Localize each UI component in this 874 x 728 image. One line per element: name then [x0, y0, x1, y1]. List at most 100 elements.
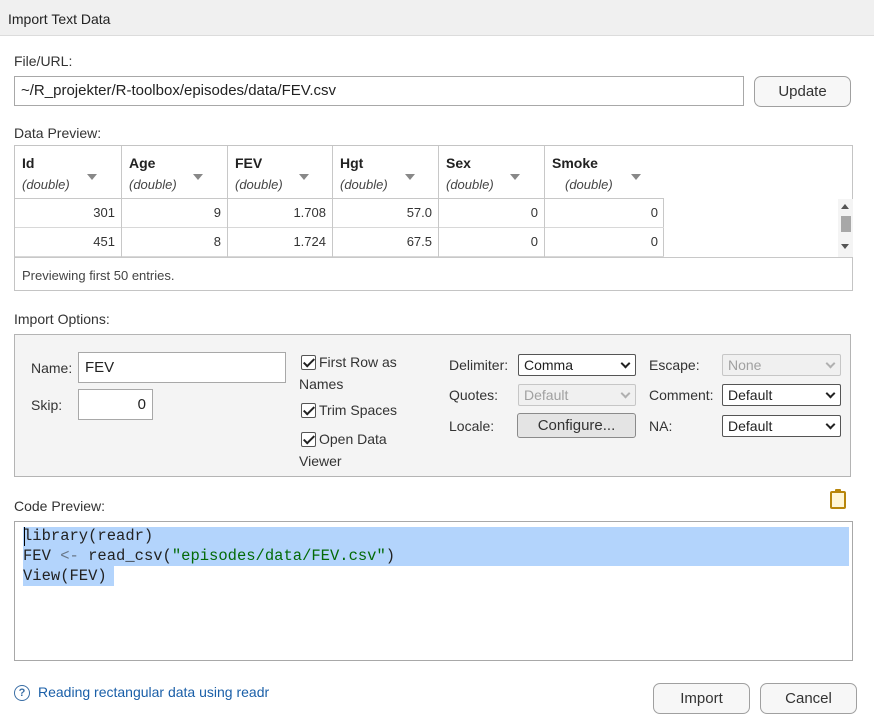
- table-cell: 9: [122, 199, 227, 228]
- na-label: NA:: [649, 418, 673, 434]
- trim-spaces-checkbox[interactable]: [301, 403, 316, 418]
- na-select[interactable]: Default: [722, 415, 841, 437]
- code-token: FEV: [23, 547, 61, 565]
- open-viewer-label-cont: Viewer: [299, 453, 342, 469]
- column-fev: FEV (double) 1.708 1.724: [228, 146, 333, 257]
- column-type: (double): [565, 177, 613, 192]
- preview-scrollbar[interactable]: [838, 199, 853, 257]
- column-header[interactable]: FEV (double): [228, 146, 332, 199]
- table-cell: 451: [15, 228, 121, 257]
- delimiter-select[interactable]: Comma: [518, 354, 636, 376]
- table-cell: 0: [545, 199, 664, 228]
- column-smoke: Smoke (double) 0 0: [545, 146, 664, 257]
- first-row-names-label-cont: Names: [299, 376, 344, 392]
- file-url-input[interactable]: ~/R_projekter/R-toolbox/episodes/data/FE…: [14, 76, 744, 106]
- column-type: (double): [340, 177, 388, 192]
- preview-footer: Previewing first 50 entries.: [15, 257, 852, 291]
- scroll-down-icon[interactable]: [841, 244, 849, 249]
- escape-value: None: [728, 357, 762, 373]
- column-name: Age: [129, 155, 156, 171]
- code-operator: <-: [60, 547, 79, 565]
- dropdown-arrow-icon[interactable]: [193, 174, 203, 180]
- table-cell: 8: [122, 228, 227, 257]
- table-cell: 1.708: [228, 199, 332, 228]
- window-title: Import Text Data: [8, 11, 111, 27]
- table-cell: 301: [15, 199, 121, 228]
- dropdown-arrow-icon[interactable]: [510, 174, 520, 180]
- chevron-down-icon: [825, 388, 836, 399]
- column-id: Id (double) 301 451: [15, 146, 122, 257]
- column-type: (double): [235, 177, 283, 192]
- file-url-label: File/URL:: [14, 53, 73, 69]
- column-sex: Sex (double) 0 0: [439, 146, 545, 257]
- column-name: Hgt: [340, 155, 364, 171]
- quotes-select[interactable]: Default: [518, 384, 636, 406]
- dropdown-arrow-icon[interactable]: [405, 174, 415, 180]
- column-header[interactable]: Hgt (double): [333, 146, 438, 199]
- chevron-down-icon: [620, 388, 631, 399]
- data-preview-label: Data Preview:: [14, 125, 102, 141]
- column-header[interactable]: Id (double): [15, 146, 121, 199]
- comment-select[interactable]: Default: [722, 384, 841, 406]
- name-label: Name:: [31, 360, 73, 376]
- table-cell: 0: [545, 228, 664, 257]
- column-type: (double): [129, 177, 177, 192]
- code-preview-editor[interactable]: library(readr) FEV <- read_csv("episodes…: [14, 521, 853, 661]
- help-icon[interactable]: ?: [14, 685, 30, 701]
- code-token: ): [385, 547, 396, 565]
- quotes-value: Default: [524, 387, 569, 403]
- import-button[interactable]: Import: [653, 683, 750, 714]
- delimiter-value: Comma: [524, 357, 574, 373]
- code-string: "episodes/data/FEV.csv": [171, 547, 386, 565]
- column-header[interactable]: Sex (double): [439, 146, 544, 199]
- table-cell: 1.724: [228, 228, 332, 257]
- code-token: read_csv(: [78, 547, 172, 565]
- column-name: Smoke: [552, 155, 598, 171]
- name-input[interactable]: FEV: [78, 352, 286, 383]
- import-options-panel: Name: FEV Skip: 0 First Row as Names Tri…: [14, 334, 851, 477]
- scroll-up-icon[interactable]: [841, 204, 849, 209]
- update-button[interactable]: Update: [754, 76, 851, 107]
- skip-input[interactable]: 0: [78, 389, 153, 420]
- skip-label: Skip:: [31, 397, 63, 413]
- code-line: FEV <- read_csv("episodes/data/FEV.csv"): [23, 546, 395, 566]
- column-header[interactable]: Smoke (double): [545, 146, 664, 199]
- column-hgt: Hgt (double) 57.0 67.5: [333, 146, 439, 257]
- trim-spaces-label: Trim Spaces: [319, 402, 398, 418]
- table-cell: 67.5: [333, 228, 438, 257]
- dropdown-arrow-icon[interactable]: [299, 174, 309, 180]
- chevron-down-icon: [825, 358, 836, 369]
- column-age: Age (double) 9 8: [122, 146, 228, 257]
- column-type: (double): [22, 177, 70, 192]
- code-preview-label: Code Preview:: [14, 498, 106, 514]
- data-preview-table: Id (double) 301 451 Age (double) 9 8 FEV…: [14, 145, 853, 291]
- import-options-label: Import Options:: [14, 311, 110, 327]
- column-name: Id: [22, 155, 35, 171]
- chevron-down-icon: [825, 419, 836, 430]
- delimiter-label: Delimiter:: [449, 357, 509, 373]
- column-type: (double): [446, 177, 494, 192]
- open-viewer-checkbox[interactable]: [301, 432, 316, 447]
- code-line: View(FEV): [23, 567, 107, 585]
- cancel-button[interactable]: Cancel: [760, 683, 857, 714]
- text-cursor: [24, 527, 25, 546]
- column-header[interactable]: Age (double): [122, 146, 227, 199]
- quotes-label: Quotes:: [449, 387, 499, 403]
- table-cell: 0: [439, 199, 544, 228]
- dropdown-arrow-icon[interactable]: [631, 174, 641, 180]
- preview-count-text: Previewing first 50 entries.: [22, 268, 175, 283]
- column-name: Sex: [446, 155, 471, 171]
- configure-button[interactable]: Configure...: [517, 413, 636, 438]
- open-viewer-label: Open Data: [319, 431, 387, 447]
- readr-help-link[interactable]: Reading rectangular data using readr: [38, 684, 269, 700]
- first-row-names-checkbox[interactable]: [301, 355, 316, 370]
- code-line: library(readr): [23, 527, 154, 545]
- scroll-thumb[interactable]: [841, 216, 851, 232]
- chevron-down-icon: [620, 358, 631, 369]
- dropdown-arrow-icon[interactable]: [87, 174, 97, 180]
- title-bar[interactable]: Import Text Data: [0, 0, 874, 36]
- escape-select[interactable]: None: [722, 354, 841, 376]
- table-cell: 0: [439, 228, 544, 257]
- clipboard-icon[interactable]: [830, 489, 846, 509]
- locale-label: Locale:: [449, 418, 495, 434]
